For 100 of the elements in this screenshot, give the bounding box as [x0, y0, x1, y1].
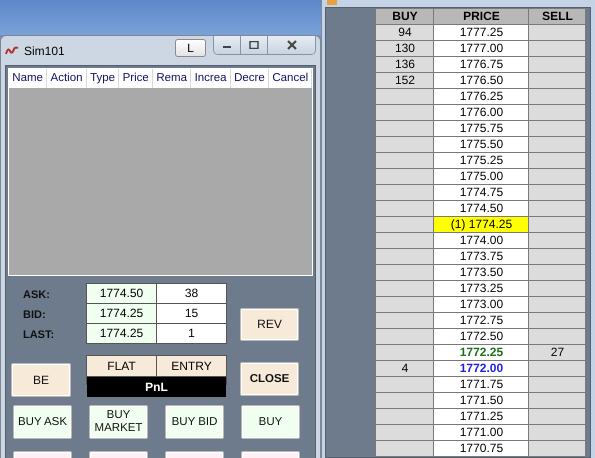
- price-cell: 1772.00: [434, 361, 528, 376]
- sell-cell[interactable]: [529, 73, 586, 88]
- quote-label: BID:: [23, 308, 47, 323]
- buy-cell[interactable]: [376, 377, 434, 392]
- position-status: FLAT: [87, 356, 156, 376]
- entry-price: ENTRY: [157, 356, 226, 376]
- sell-cell[interactable]: [529, 249, 586, 264]
- sell-cell[interactable]: [529, 217, 586, 232]
- buy-button[interactable]: BUY ASK: [13, 405, 72, 439]
- buy-cell[interactable]: [376, 185, 434, 200]
- buy-cell[interactable]: [376, 137, 434, 152]
- price-cell: 1777.00: [434, 41, 528, 56]
- sell-cell[interactable]: [529, 425, 586, 440]
- price-cell: 1773.00: [434, 297, 528, 312]
- close-button[interactable]: [268, 36, 315, 54]
- buy-cell[interactable]: [376, 105, 434, 120]
- price-cell: (1) 1774.25: [434, 217, 528, 232]
- maximize-button[interactable]: [241, 36, 268, 54]
- sell-cell[interactable]: [529, 393, 586, 408]
- buy-cell[interactable]: [376, 297, 434, 312]
- column-header[interactable]: Decre: [230, 69, 270, 88]
- buy-button[interactable]: BUY MARKET: [89, 405, 148, 439]
- sell-cell[interactable]: [529, 41, 586, 56]
- sell-cell[interactable]: [529, 169, 586, 184]
- close-position-button[interactable]: CLOSE: [240, 362, 299, 396]
- rev-button[interactable]: REV: [240, 308, 299, 341]
- buy-cell[interactable]: [376, 265, 434, 280]
- pnl-display: PnL: [87, 377, 226, 397]
- sell-cell[interactable]: [529, 297, 586, 312]
- price-cell: 1772.75: [434, 313, 528, 328]
- sell-cell[interactable]: [529, 105, 586, 120]
- buy-cell[interactable]: [376, 441, 434, 456]
- buy-button[interactable]: BUY: [241, 405, 300, 439]
- sell-cell[interactable]: [529, 265, 586, 280]
- column-header[interactable]: Name: [9, 69, 48, 88]
- column-header: BUY: [376, 9, 434, 24]
- column-header[interactable]: Increa: [191, 69, 231, 88]
- buy-cell[interactable]: [376, 313, 434, 328]
- sell-cell[interactable]: [529, 201, 586, 216]
- column-header[interactable]: Action: [47, 69, 87, 88]
- buy-cell[interactable]: 152: [376, 73, 434, 88]
- sell-cell[interactable]: [529, 153, 586, 168]
- price-cell: 1776.25: [434, 89, 528, 104]
- minimize-button[interactable]: [214, 36, 241, 54]
- buy-cell[interactable]: [376, 329, 434, 344]
- sell-cell[interactable]: [529, 121, 586, 136]
- quote-label: ASK:: [23, 288, 51, 303]
- price-cell: 1773.75: [434, 249, 528, 264]
- column-header[interactable]: Cancel: [269, 69, 312, 88]
- price-cell: 1774.00: [434, 233, 528, 248]
- buy-cell[interactable]: [376, 425, 434, 440]
- sell-cell[interactable]: [529, 185, 586, 200]
- buy-cell[interactable]: [376, 169, 434, 184]
- sell-cell[interactable]: [529, 281, 586, 296]
- sell-cell[interactable]: [529, 233, 586, 248]
- buy-cell[interactable]: [376, 345, 434, 360]
- buy-button[interactable]: BUY BID: [165, 405, 224, 439]
- buy-cell[interactable]: [376, 233, 434, 248]
- column-header: PRICE: [434, 9, 528, 24]
- price-cell: 1773.25: [434, 281, 528, 296]
- buy-cell[interactable]: [376, 249, 434, 264]
- sell-cell[interactable]: [529, 361, 586, 376]
- buy-cell[interactable]: [376, 409, 434, 424]
- buy-cell[interactable]: [376, 89, 434, 104]
- size-cell: 1: [157, 324, 226, 343]
- column-header: SELL: [529, 9, 586, 24]
- buy-cell[interactable]: 4: [376, 361, 434, 376]
- buy-cell[interactable]: [376, 217, 434, 232]
- sell-cell[interactable]: [529, 329, 586, 344]
- sell-cell[interactable]: [529, 313, 586, 328]
- buy-cell[interactable]: [376, 153, 434, 168]
- lock-button[interactable]: L: [175, 39, 206, 57]
- column-header[interactable]: Type: [86, 69, 120, 88]
- maximize-icon: [248, 41, 260, 49]
- buy-cell[interactable]: [376, 393, 434, 408]
- price-cell: 1771.00: [434, 425, 528, 440]
- buy-cell[interactable]: 136: [376, 57, 434, 72]
- price-cell: 1776.75: [434, 57, 528, 72]
- sell-cell[interactable]: [529, 137, 586, 152]
- sell-cell[interactable]: [529, 89, 586, 104]
- price-cell: 1772.25: [434, 345, 528, 360]
- sell-cell[interactable]: [529, 57, 586, 72]
- buy-cell[interactable]: 94: [376, 25, 434, 40]
- column-header[interactable]: Price: [119, 69, 154, 88]
- sell-cell[interactable]: [529, 377, 586, 392]
- buy-cell[interactable]: [376, 281, 434, 296]
- price-cell: 1775.75: [434, 121, 528, 136]
- price-cell: 1772.50: [434, 329, 528, 344]
- sell-cell[interactable]: [529, 441, 586, 456]
- sell-cell[interactable]: [529, 25, 586, 40]
- price-cell: 1771.25: [434, 409, 528, 424]
- sell-cell[interactable]: 27: [529, 345, 586, 360]
- be-button[interactable]: BE: [11, 363, 71, 397]
- buy-cell[interactable]: [376, 201, 434, 216]
- sell-cell[interactable]: [529, 409, 586, 424]
- buy-cell[interactable]: [376, 121, 434, 136]
- price-cell: 1774.75: [434, 185, 528, 200]
- price-cell: 1770.75: [434, 441, 528, 456]
- column-header[interactable]: Rema: [153, 69, 192, 88]
- buy-cell[interactable]: 130: [376, 41, 434, 56]
